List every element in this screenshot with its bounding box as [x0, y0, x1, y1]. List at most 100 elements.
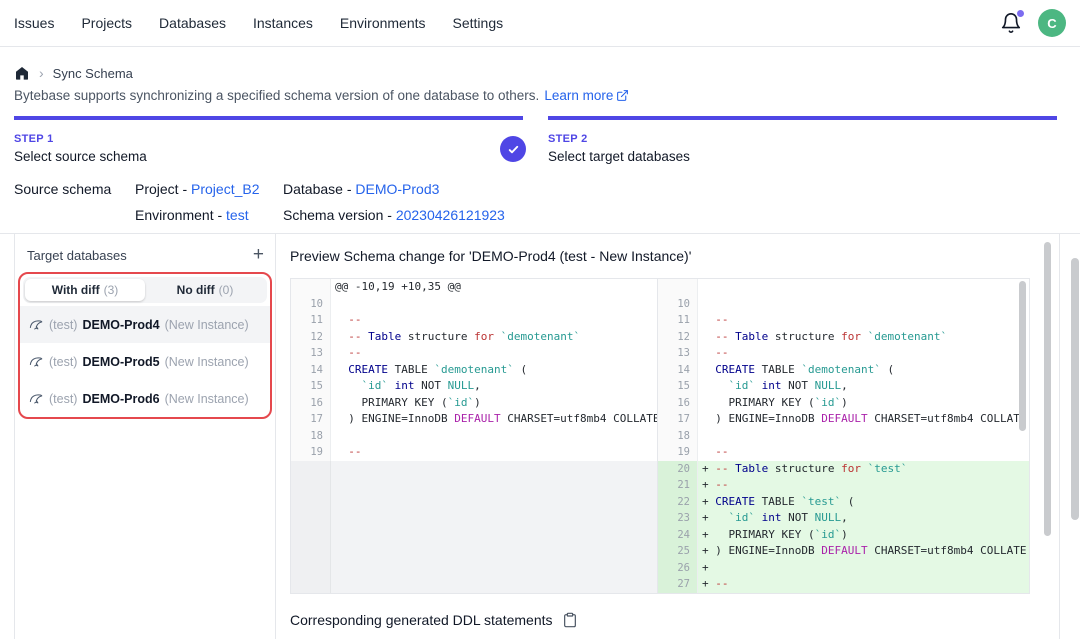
tab-no-diff[interactable]: No diff(0) [145, 279, 265, 301]
avatar[interactable]: C [1038, 9, 1066, 37]
diff-line: 15 `id` int NOT NULL, [658, 378, 1029, 395]
line-content: -- [331, 312, 657, 329]
target-database-list: (test) DEMO-Prod4 (New Instance) (test)DEMO… [20, 306, 270, 417]
diff-pane-scrollbar[interactable] [1019, 281, 1026, 431]
learn-more-link[interactable]: Learn more [544, 88, 629, 103]
field-value-link[interactable]: DEMO-Prod3 [355, 181, 439, 197]
diff-line: 11 -- [291, 312, 657, 329]
mysql-dolphin-icon [28, 317, 44, 332]
diff-line: 10 [658, 296, 1029, 313]
intro-text-row: Bytebase supports synchronizing a specif… [14, 88, 629, 103]
source-field-environment: Environment - test [135, 207, 283, 223]
line-content: -- [698, 444, 1029, 461]
diff-line: 20+ -- Table structure for `test` [658, 461, 1029, 478]
line-number: 24 [658, 527, 698, 544]
step-2[interactable]: STEP 2 Select target databases [548, 133, 690, 164]
schema-preview-panel: Preview Schema change for 'DEMO-Prod4 (t… [276, 234, 1060, 639]
line-number: 10 [291, 296, 331, 313]
step-indicator: STEP 1 Select source schema STEP 2 Selec… [0, 116, 1080, 172]
line-content: @@ -10,19 +10,35 @@ [331, 279, 657, 296]
diff-line: 13 -- [291, 345, 657, 362]
diff-filter-tabs: With diff (3) No diff(0) [23, 277, 267, 303]
line-number: 26 [658, 560, 698, 577]
line-number: 18 [658, 428, 698, 445]
line-content: -- Table structure for `demotenant` [331, 329, 657, 346]
diff-line: 15 `id` int NOT NULL, [291, 378, 657, 395]
field-value-link[interactable]: Project_B2 [191, 181, 259, 197]
line-content: `id` int NOT NULL, [331, 378, 657, 395]
breadcrumb: › Sync Schema [14, 63, 133, 83]
step1-title: Select source schema [14, 149, 147, 164]
db-name: DEMO-Prod5 [82, 355, 159, 369]
step-1[interactable]: STEP 1 Select source schema [14, 133, 147, 164]
diff-line: 19 -- [658, 444, 1029, 461]
preview-panel-scrollbar[interactable] [1044, 242, 1051, 536]
nav-item-databases[interactable]: Databases [159, 15, 226, 31]
line-content: CREATE TABLE `demotenant` ( [698, 362, 1029, 379]
tab-label: No diff [177, 283, 215, 297]
diff-pane-target: 10 11 --12 -- Table structure for `demot… [657, 279, 1029, 593]
source-schema-summary: Source schema Project - Project_B2Databa… [0, 178, 1080, 233]
line-number: 23 [658, 510, 698, 527]
diff-line: 18 [291, 428, 657, 445]
line-content: + -- [698, 576, 1029, 593]
diff-empty-filler [291, 461, 657, 594]
tab-with-diff[interactable]: With diff (3) [25, 279, 145, 301]
source-field-database: Database - DEMO-Prod3 [283, 181, 505, 197]
field-value-link[interactable]: test [226, 207, 249, 223]
ddl-statements-title: Corresponding generated DDL statements [290, 612, 553, 628]
line-content [698, 279, 1029, 296]
field-value-link[interactable]: 20230426121923 [396, 207, 505, 223]
bytebase-app: Issues Projects Databases Instances Environm… [0, 0, 1080, 639]
source-schema-label: Source schema [14, 181, 111, 197]
line-number: 19 [291, 444, 331, 461]
line-content: PRIMARY KEY (`id`) [698, 395, 1029, 412]
line-number: 11 [658, 312, 698, 329]
diff-line: 22+ CREATE TABLE `test` ( [658, 494, 1029, 511]
check-icon [507, 143, 520, 156]
diff-line: 27+ -- [658, 576, 1029, 593]
top-navigation: Issues Projects Databases Instances Environm… [0, 0, 1080, 47]
nav-item-issues[interactable]: Issues [14, 15, 54, 31]
notification-bell-button[interactable] [1000, 12, 1022, 34]
db-instance-suffix: (New Instance) [165, 355, 249, 369]
line-number: 15 [658, 378, 698, 395]
nav-item-projects[interactable]: Projects [81, 15, 132, 31]
tab-label: With diff [52, 283, 100, 297]
clipboard-copy-icon[interactable] [562, 612, 578, 628]
diff-hunk-header: @@ -10,19 +10,35 @@ [291, 279, 657, 296]
notification-dot [1017, 10, 1024, 17]
line-content: + `id` int NOT NULL, [698, 510, 1029, 527]
line-content: + PRIMARY KEY (`id`) [698, 527, 1029, 544]
nav-item-environments[interactable]: Environments [340, 15, 426, 31]
diff-line: 26+ [658, 560, 1029, 577]
line-content: -- [698, 312, 1029, 329]
database-item-demo-prod5[interactable]: (test)DEMO-Prod5(New Instance) [20, 343, 270, 380]
db-name: DEMO-Prod4 [82, 318, 159, 332]
line-number: 14 [658, 362, 698, 379]
line-number: 12 [291, 329, 331, 346]
nav-item-settings[interactable]: Settings [453, 15, 504, 31]
line-content: -- [331, 444, 657, 461]
field-name: Schema version - [283, 207, 396, 223]
step2-title: Select target databases [548, 149, 690, 164]
page-scrollbar[interactable] [1071, 258, 1079, 520]
tab-count: (3) [104, 283, 119, 297]
ddl-statements-row: Corresponding generated DDL statements [290, 612, 1059, 628]
database-item-demo-prod4[interactable]: (test)DEMO-Prod4(New Instance) [20, 306, 270, 343]
line-number: 12 [658, 329, 698, 346]
diff-line: 17 ) ENGINE=InnoDB DEFAULT CHARSET=utf8m… [291, 411, 657, 428]
line-content: ) ENGINE=InnoDB DEFAULT CHARSET=utf8mb4 … [698, 411, 1029, 428]
line-content [331, 428, 657, 445]
home-icon[interactable] [14, 65, 30, 81]
add-target-database-button[interactable]: + [253, 247, 264, 263]
line-content [698, 296, 1029, 313]
field-name: Database - [283, 181, 355, 197]
nav-item-instances[interactable]: Instances [253, 15, 313, 31]
diff-line: 17 ) ENGINE=InnoDB DEFAULT CHARSET=utf8m… [658, 411, 1029, 428]
database-item-demo-prod6[interactable]: (test)DEMO-Prod6(New Instance) [20, 380, 270, 417]
line-content: PRIMARY KEY (`id`) [331, 395, 657, 412]
db-environment: (test) [49, 318, 77, 332]
line-number: 14 [291, 362, 331, 379]
line-number: 18 [291, 428, 331, 445]
